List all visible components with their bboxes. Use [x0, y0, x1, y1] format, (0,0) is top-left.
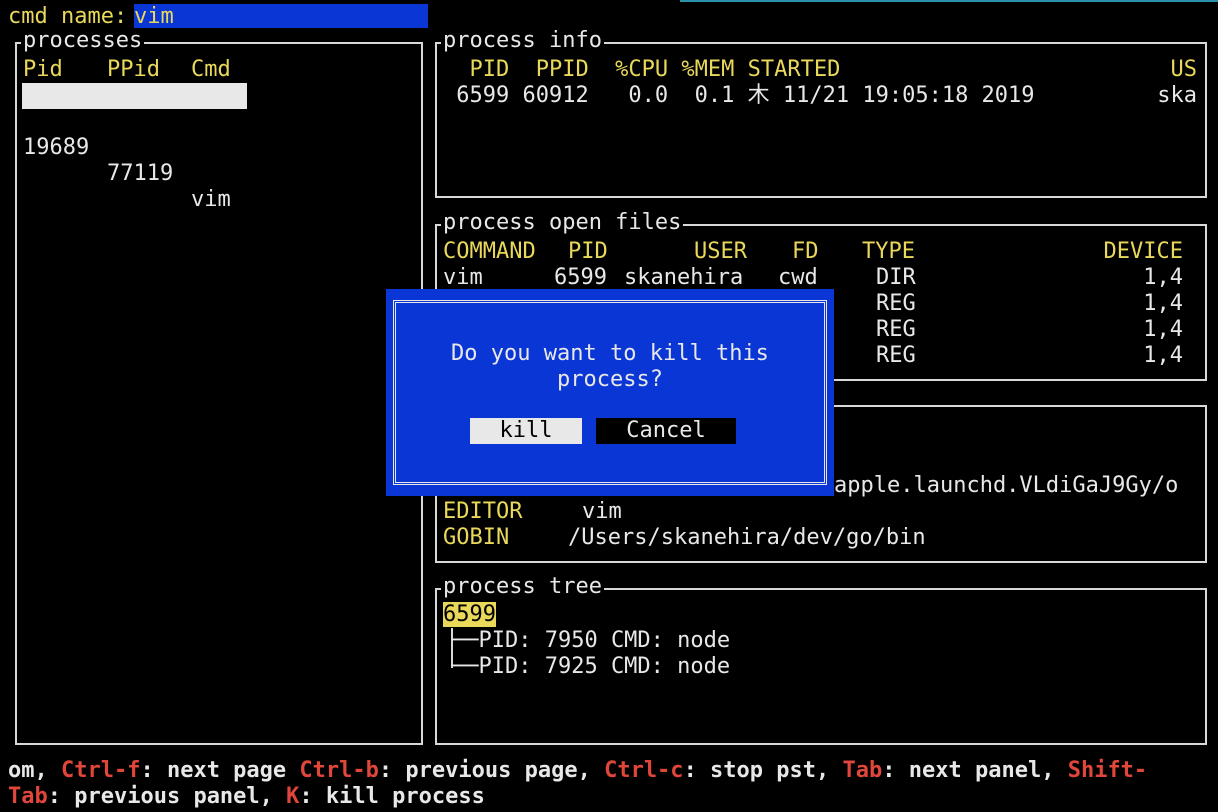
- open-files-header-device: DEVICE: [1103, 239, 1183, 264]
- footer-text: om,: [8, 758, 61, 783]
- process-info-row: 6599 60912 0.0 0.1 木 11/21 19:05:18 2019: [443, 83, 1035, 108]
- open-file-user: skanehira: [624, 265, 744, 290]
- open-file-type: REG: [876, 317, 916, 342]
- cmd-name-input[interactable]: vim: [134, 4, 428, 29]
- open-files-header-fd: FD: [792, 239, 819, 264]
- open-files-header-command: COMMAND: [443, 239, 536, 264]
- cmd-name-label: cmd name:: [8, 4, 128, 29]
- process-info-row-user: ska: [1157, 83, 1197, 108]
- process-ppid: 77119: [107, 161, 174, 186]
- process-tree-root[interactable]: 6599: [443, 602, 496, 627]
- footer-text: : previous panel,: [47, 784, 287, 809]
- kill-confirm-dialog: Do you want to kill this process? kill C…: [386, 289, 834, 496]
- process-tree-child[interactable]: ──PID: 7925 CMD: node: [452, 654, 730, 680]
- open-file-command: vim: [443, 265, 483, 290]
- process-info-title: process info: [441, 28, 604, 54]
- footer-key: Shift-: [1067, 758, 1148, 783]
- process-cmd: vim: [191, 187, 231, 212]
- open-file-device: 1,4: [1143, 291, 1183, 316]
- footer-key: Ctrl-c: [604, 758, 684, 783]
- top-border-decoration: [680, 0, 1218, 2]
- process-ppid: 60912: [107, 135, 174, 160]
- footer-text: : kill process: [299, 784, 485, 809]
- open-file-device: 1,4: [1143, 265, 1183, 290]
- processes-header-ppid: PPid: [107, 57, 160, 82]
- process-tree-child[interactable]: ──PID: 7950 CMD: node: [452, 628, 730, 654]
- open-file-device: 1,4: [1143, 343, 1183, 368]
- footer-key: Ctrl-f: [60, 758, 141, 783]
- env-key: EDITOR: [443, 499, 523, 524]
- open-file-type: DIR: [876, 265, 916, 290]
- footer-text: : stop pst,: [683, 758, 843, 783]
- open-file-device: 1,4: [1143, 317, 1183, 342]
- open-files-header-user: USER: [694, 239, 747, 264]
- kill-button[interactable]: kill: [470, 418, 582, 444]
- dialog-message-line2: process?: [557, 367, 663, 392]
- footer-text: : previous page,: [378, 758, 605, 783]
- table-row[interactable]: 19689 77119 vim: [22, 109, 247, 212]
- processes-panel-title: processes: [21, 28, 145, 54]
- cancel-button[interactable]: Cancel: [596, 418, 736, 444]
- processes-header-cmd: Cmd: [191, 57, 231, 82]
- footer-key: Tab: [8, 784, 48, 809]
- table-row-selected[interactable]: 6599 60912 vim: [22, 83, 247, 186]
- footer-help-line2: Tab: previous panel, K: kill process: [8, 784, 485, 810]
- footer-key: Ctrl-b: [299, 758, 379, 783]
- processes-panel[interactable]: processes Pid PPid Cmd 6599 60912 vim 19…: [15, 28, 423, 745]
- open-file-pid: 6599: [554, 265, 607, 290]
- process-tree-title: process tree: [441, 574, 604, 600]
- open-file-type: REG: [876, 291, 916, 316]
- footer-help-line1: om, Ctrl-f: next page Ctrl-b: previous p…: [8, 758, 1147, 784]
- footer-key: K: [286, 784, 300, 809]
- footer-key: Tab: [842, 758, 883, 783]
- open-files-header-pid: PID: [568, 239, 608, 264]
- footer-text: : next panel,: [882, 758, 1068, 783]
- open-file-fd: cwd: [778, 265, 818, 290]
- open-files-title: process open files: [441, 210, 684, 236]
- open-file-type: REG: [876, 343, 916, 368]
- dialog-message-line1: Do you want to kill this: [451, 341, 769, 366]
- process-info-panel[interactable]: process info PID PPID %CPU %MEM STARTED …: [435, 28, 1207, 198]
- process-tree-panel[interactable]: process tree 6599 ──PID: 7950 CMD: node …: [435, 574, 1207, 745]
- open-files-header-type: TYPE: [862, 239, 915, 264]
- process-cmd: vim: [191, 161, 231, 186]
- process-pid: 19689: [23, 135, 90, 160]
- processes-header-pid: Pid: [23, 57, 63, 82]
- env-value: vim: [582, 499, 622, 524]
- env-partial-value: apple.launchd.VLdiGaJ9Gy/o: [834, 473, 1179, 498]
- env-key: GOBIN: [443, 525, 510, 550]
- env-value: /Users/skanehira/dev/go/bin: [568, 525, 926, 550]
- process-info-header: PID PPID %CPU %MEM STARTED: [443, 57, 841, 82]
- footer-text: : next page: [140, 758, 300, 783]
- process-info-header-user: US: [1170, 57, 1198, 82]
